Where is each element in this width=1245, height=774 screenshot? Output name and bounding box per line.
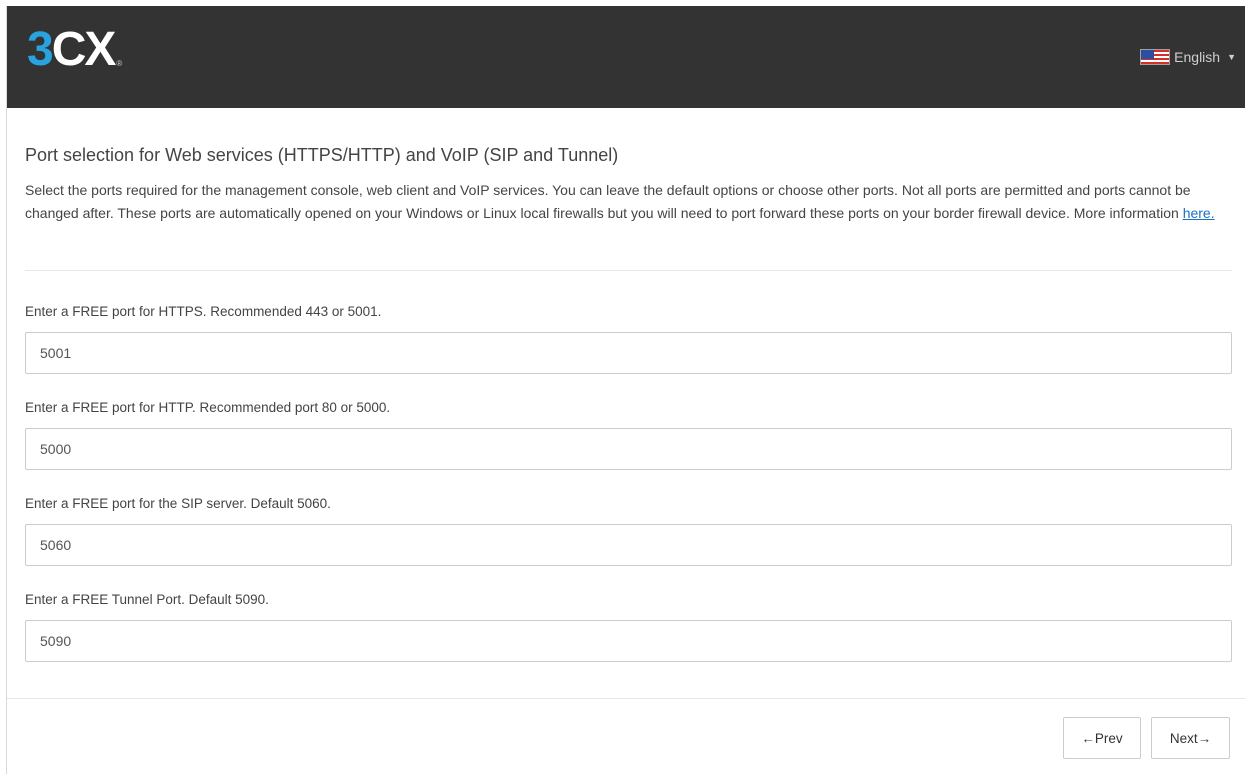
intro-text: Select the ports required for the manage…	[25, 179, 1232, 225]
footer-divider	[7, 698, 1245, 699]
https-port-field: Enter a FREE port for HTTPS. Recommended…	[25, 304, 1232, 374]
sip-port-field: Enter a FREE port for the SIP server. De…	[25, 496, 1232, 566]
tunnel-port-label: Enter a FREE Tunnel Port. Default 5090.	[25, 592, 269, 607]
intro-body: Select the ports required for the manage…	[25, 182, 1191, 222]
more-info-link[interactable]: here.	[1183, 205, 1215, 221]
tunnel-port-input[interactable]	[25, 620, 1232, 662]
language-selector[interactable]: English ▼	[1140, 46, 1236, 68]
sip-port-input[interactable]	[25, 524, 1232, 566]
http-port-field: Enter a FREE port for HTTP. Recommended …	[25, 400, 1232, 470]
logo-registered-mark: ®	[116, 59, 123, 68]
language-label: English	[1174, 49, 1221, 65]
top-bar: 3 CX ® English ▼	[7, 6, 1245, 108]
page-title: Port selection for Web services (HTTPS/H…	[25, 145, 619, 165]
page-content: Port selection for Web services (HTTPS/H…	[25, 144, 1232, 225]
https-port-input[interactable]	[25, 332, 1232, 374]
logo-3: 3	[27, 23, 54, 76]
caret-down-icon: ▼	[1227, 52, 1236, 62]
tunnel-port-field: Enter a FREE Tunnel Port. Default 5090.	[25, 592, 1232, 662]
sip-port-label: Enter a FREE port for the SIP server. De…	[25, 496, 331, 511]
https-port-label: Enter a FREE port for HTTPS. Recommended…	[25, 304, 382, 319]
logo-cx: CX	[51, 23, 117, 76]
http-port-label: Enter a FREE port for HTTP. Recommended …	[25, 400, 391, 415]
http-port-input[interactable]	[25, 428, 1232, 470]
us-flag-icon	[1140, 49, 1171, 65]
installer-window: 3 CX ® English ▼ Port selection for Web …	[6, 6, 1245, 774]
next-button[interactable]: Next→	[1151, 717, 1230, 759]
prev-button[interactable]: ←Prev	[1063, 717, 1141, 759]
section-divider	[25, 270, 1232, 271]
logo: 3 CX ®	[27, 18, 122, 74]
